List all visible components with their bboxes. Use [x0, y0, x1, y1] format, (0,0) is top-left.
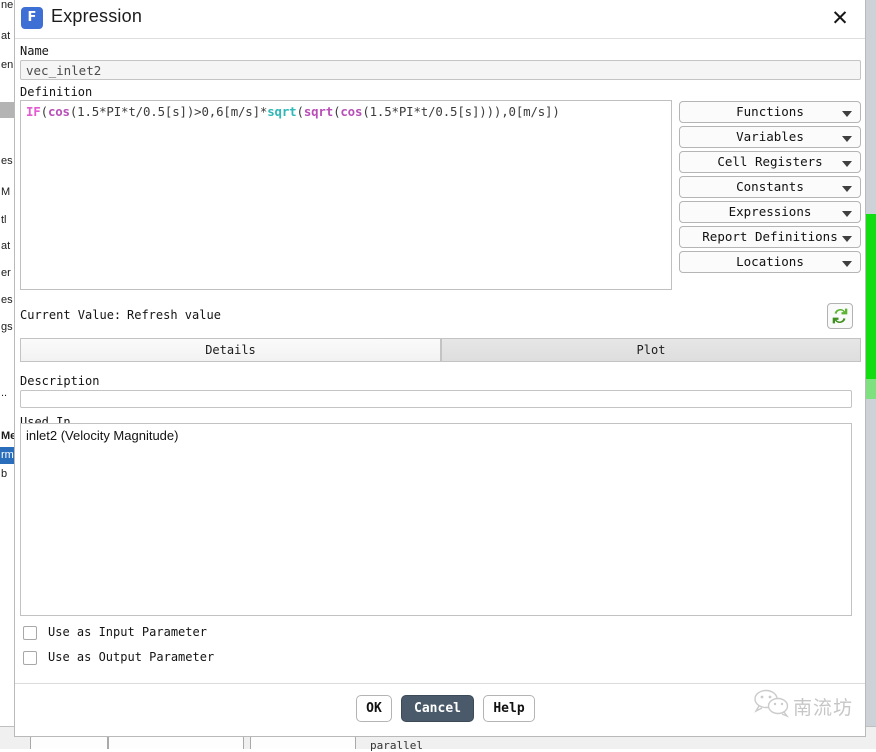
- cancel-button[interactable]: Cancel: [401, 695, 474, 722]
- tree-fragment[interactable]: tl: [0, 212, 7, 229]
- dropdown-label: Constants: [736, 179, 804, 194]
- tree-fragment[interactable]: ..: [0, 385, 7, 402]
- fluent-f-icon: F: [21, 7, 43, 29]
- expression-token: sqrt: [267, 104, 297, 119]
- tree-fragment[interactable]: M: [0, 184, 10, 201]
- definition-label: Definition: [20, 85, 93, 99]
- tree-fragment[interactable]: en: [0, 57, 13, 74]
- use-as-input-parameter-checkbox[interactable]: [23, 626, 37, 640]
- dialog-body: Name vec_inlet2 Definition IF(cos(1.5*PI…: [15, 38, 865, 736]
- tree-fragment[interactable]: at: [0, 28, 10, 45]
- help-button[interactable]: Help: [483, 695, 535, 722]
- dropdown-label: Locations: [736, 254, 804, 269]
- footer-divider: [15, 683, 865, 684]
- wechat-watermark: 南流坊: [751, 686, 863, 726]
- dropdown-label: Cell Registers: [717, 154, 823, 169]
- expression-token: (1.5*PI*t/0.5[s]))),0[m/s]): [362, 104, 560, 119]
- tree-fragment[interactable]: ne: [0, 0, 13, 14]
- dropdown-label: Expressions: [728, 204, 812, 219]
- dropdown-label: Variables: [736, 129, 804, 144]
- current-value-label: Current Value:: [20, 308, 122, 322]
- close-icon[interactable]: ✕: [817, 0, 863, 37]
- tab-details[interactable]: Details: [20, 338, 441, 362]
- use-as-output-parameter-label: Use as Output Parameter: [48, 650, 215, 664]
- tree-fragment-selected[interactable]: rm: [0, 447, 14, 464]
- expression-token: sqrt: [303, 104, 334, 119]
- definition-editor[interactable]: IF(cos(1.5*PI*t/0.5[s])>0,6[m/s]*sqrt(sq…: [20, 100, 672, 290]
- used-in-list[interactable]: inlet2 (Velocity Magnitude): [20, 423, 852, 616]
- expression-token: (1.5*PI*t/0.5[s])>0,6[m/s]*: [69, 104, 268, 119]
- chevron-down-icon: [842, 261, 852, 267]
- expression-dialog: F Expression ✕ Name vec_inlet2 Definitio…: [14, 0, 866, 737]
- tab-plot[interactable]: Plot: [441, 338, 861, 362]
- tree-fragment[interactable]: es: [0, 292, 13, 309]
- name-label: Name: [20, 44, 49, 58]
- refresh-value-button[interactable]: [827, 303, 853, 329]
- use-as-input-parameter-label: Use as Input Parameter: [48, 625, 207, 639]
- description-input[interactable]: [20, 390, 852, 408]
- expression-token: cos: [340, 104, 363, 119]
- tree-fragment[interactable]: er: [0, 265, 11, 282]
- tree-fragment[interactable]: gs: [0, 319, 13, 336]
- insert-locations-dropdown[interactable]: Locations: [679, 251, 861, 273]
- expression-token: (: [296, 104, 304, 119]
- insert-functions-dropdown[interactable]: Functions: [679, 101, 861, 123]
- chevron-down-icon: [842, 161, 852, 167]
- expression-token: (: [40, 104, 48, 119]
- tree-fragment[interactable]: at: [0, 238, 10, 255]
- insert-expressions-dropdown[interactable]: Expressions: [679, 201, 861, 223]
- tree-fragment[interactable]: es: [0, 153, 13, 170]
- chevron-down-icon: [842, 236, 852, 242]
- chevron-down-icon: [842, 211, 852, 217]
- wechat-logo-icon: [754, 689, 790, 718]
- expression-token: cos: [47, 104, 70, 119]
- chevron-down-icon: [842, 111, 852, 117]
- tree-hover-highlight: [0, 102, 14, 118]
- insert-cell-registers-dropdown[interactable]: Cell Registers: [679, 151, 861, 173]
- use-as-output-parameter-checkbox[interactable]: [23, 651, 37, 665]
- ok-button[interactable]: OK: [356, 695, 392, 722]
- current-value-text[interactable]: Refresh value: [127, 308, 221, 322]
- parallel-status-label: parallel: [370, 739, 423, 752]
- chevron-down-icon: [842, 186, 852, 192]
- watermark-text: 南流坊: [793, 697, 854, 719]
- definition-expression-text: IF(cos(1.5*PI*t/0.5[s])>0,6[m/s]*sqrt(sq…: [26, 104, 666, 120]
- name-input[interactable]: vec_inlet2: [20, 60, 861, 80]
- outline-tree-panel[interactable]: ne at en es M tl at er es gs .. Me rm b: [0, 0, 15, 726]
- expression-token: IF: [26, 104, 41, 119]
- dialog-titlebar: F Expression ✕: [15, 0, 865, 39]
- tree-fragment[interactable]: Me: [0, 428, 14, 445]
- list-item[interactable]: inlet2 (Velocity Magnitude): [26, 427, 846, 444]
- refresh-icon: [832, 308, 848, 324]
- dropdown-label: Report Definitions: [702, 229, 838, 244]
- chevron-down-icon: [842, 136, 852, 142]
- insert-report-definitions-dropdown[interactable]: Report Definitions: [679, 226, 861, 248]
- insert-variables-dropdown[interactable]: Variables: [679, 126, 861, 148]
- description-label: Description: [20, 374, 100, 388]
- tree-fragment[interactable]: b: [0, 466, 7, 483]
- dropdown-label: Functions: [736, 104, 804, 119]
- insert-constants-dropdown[interactable]: Constants: [679, 176, 861, 198]
- dialog-title: Expression: [51, 6, 143, 26]
- details-plot-tabs: Details Plot: [20, 338, 861, 362]
